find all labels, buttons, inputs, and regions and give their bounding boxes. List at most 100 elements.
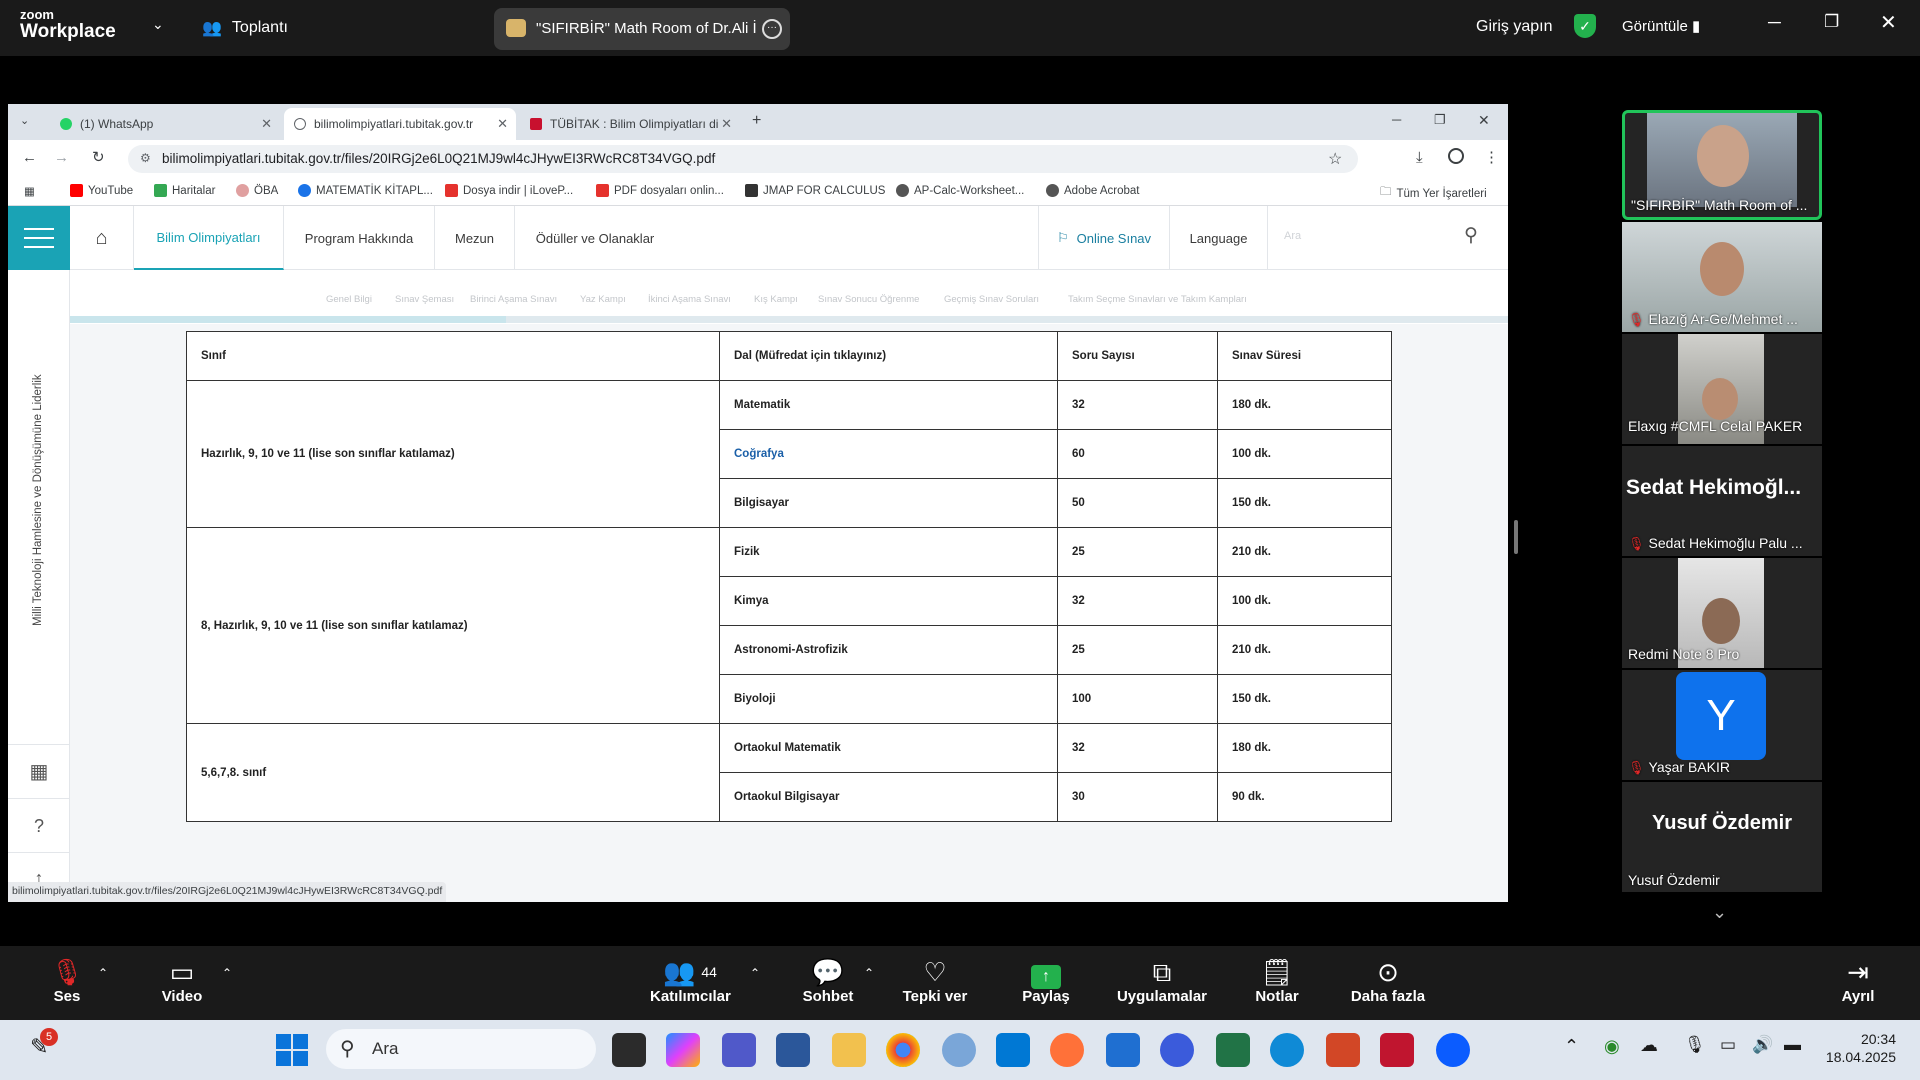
profile-icon[interactable]: [1448, 148, 1464, 164]
window-close-icon[interactable]: ✕: [1478, 112, 1490, 129]
copilot-icon[interactable]: [666, 1033, 700, 1067]
participants-button[interactable]: 👥 44 Katılımcılar: [650, 956, 731, 1005]
chevron-down-icon[interactable]: ⌄: [152, 16, 164, 33]
chevron-down-icon[interactable]: ⌄: [1712, 902, 1727, 923]
apps-grid-icon[interactable]: ▦: [24, 184, 35, 198]
leave-button[interactable]: ⇥ Ayrıl: [1836, 956, 1880, 1005]
subnav-item[interactable]: Kış Kampı: [754, 294, 798, 305]
tab-whatsapp[interactable]: (1) WhatsApp ✕: [50, 108, 280, 140]
audio-button[interactable]: 🎙 Ses: [42, 956, 92, 1005]
window-minimize-icon[interactable]: ─: [1392, 112, 1401, 127]
split-handle[interactable]: [1514, 520, 1518, 554]
nav-language[interactable]: Language: [1170, 206, 1268, 270]
bookmark-youtube[interactable]: YouTube: [70, 184, 133, 197]
task-view-icon[interactable]: [612, 1033, 646, 1067]
notes-button[interactable]: 🗒 Notlar: [1252, 956, 1302, 1005]
vscode-icon[interactable]: [996, 1033, 1030, 1067]
share-button[interactable]: ↑ Paylaş: [1014, 956, 1078, 1005]
bookmark-jmap[interactable]: JMAP FOR CALCULUS: [745, 184, 885, 197]
hamburger-menu[interactable]: [8, 206, 70, 270]
forward-icon[interactable]: →: [54, 149, 69, 166]
network-icon[interactable]: ▭: [1720, 1035, 1736, 1055]
more-button[interactable]: ⊙ Daha fazla: [1350, 956, 1426, 1005]
site-search-input[interactable]: Ara: [1284, 230, 1301, 242]
tab-close-icon[interactable]: ✕: [497, 116, 508, 132]
battery-icon[interactable]: ▬: [1784, 1035, 1801, 1055]
download-icon[interactable]: ⤓: [1416, 149, 1423, 166]
new-tab-icon[interactable]: +: [752, 112, 761, 130]
apps-button[interactable]: ⧉ Uygulamalar: [1114, 956, 1210, 1005]
meeting-menu[interactable]: 👥 Toplantı: [202, 18, 288, 38]
participant-tile[interactable]: Elaxıg #CMFL Celal PAKER: [1622, 334, 1822, 444]
participant-tile[interactable]: Redmi Note 8 Pro: [1622, 558, 1822, 668]
firefox-icon[interactable]: [1050, 1033, 1084, 1067]
subnav-item[interactable]: Sınav Şeması: [395, 294, 454, 305]
tab-list-icon[interactable]: ⌄: [20, 114, 29, 127]
bookmark-maps[interactable]: Haritalar: [154, 184, 215, 197]
nav-online-sinav[interactable]: ⚐ Online Sınav: [1038, 206, 1170, 270]
participants-options-icon[interactable]: ⌃: [750, 966, 760, 980]
tray-chevron-icon[interactable]: ⌃: [1564, 1036, 1579, 1057]
view-button[interactable]: Görüntüle ▮: [1622, 17, 1700, 35]
subnav-item[interactable]: Sınav Sonucu Öğrenme: [818, 294, 919, 305]
chrome-icon[interactable]: [886, 1033, 920, 1067]
word-icon[interactable]: [776, 1033, 810, 1067]
audio-options-icon[interactable]: ⌃: [98, 966, 108, 980]
shield-check-icon[interactable]: ✓: [1574, 14, 1596, 38]
taskbar-search[interactable]: ⚲ Ara: [326, 1029, 596, 1069]
reload-icon[interactable]: ↻: [92, 148, 105, 166]
windows-start-icon[interactable]: [276, 1034, 308, 1066]
viber-icon[interactable]: [1160, 1033, 1194, 1067]
tab-tubitak[interactable]: TÜBİTAK : Bilim Olimpiyatları di ✕: [520, 108, 740, 140]
powerpoint-icon[interactable]: [1326, 1033, 1360, 1067]
back-icon[interactable]: ←: [22, 149, 37, 166]
subject-link[interactable]: Coğrafya: [719, 429, 1058, 479]
tab-close-icon[interactable]: ✕: [261, 116, 272, 132]
zoom-app-icon[interactable]: [1436, 1033, 1470, 1067]
participant-tile[interactable]: Y 🎙 Yaşar BAKIR: [1622, 670, 1822, 780]
url-field[interactable]: ⚙ bilimolimpiyatlari.tubitak.gov.tr/file…: [128, 145, 1358, 173]
calendar-icon[interactable]: ▦: [8, 744, 70, 798]
nav-oduller[interactable]: Ödüller ve Olanaklar: [515, 206, 675, 270]
star-icon[interactable]: ☆: [1328, 149, 1342, 169]
video-options-icon[interactable]: ⌃: [222, 966, 232, 980]
subnav-item[interactable]: Birinci Aşama Sınavı: [470, 294, 557, 305]
participant-tile[interactable]: "SIFIRBİR" Math Room of ...: [1622, 110, 1822, 220]
minimize-icon[interactable]: ─: [1768, 12, 1781, 33]
home-icon[interactable]: ⌂: [70, 206, 134, 270]
restore-icon[interactable]: ❐: [1824, 12, 1839, 32]
participant-tile[interactable]: Yusuf Özdemir Yusuf Özdemir: [1622, 782, 1822, 892]
excel-icon[interactable]: [1216, 1033, 1250, 1067]
meeting-room-pill[interactable]: "SIFIRBİR" Math Room of Dr.Ali İ ···: [494, 8, 790, 50]
all-bookmarks[interactable]: 🗀 Tüm Yer İşaretleri: [1380, 184, 1487, 203]
bookmark-ilovepdf[interactable]: Dosya indir | iLoveP...: [445, 184, 573, 197]
tray-app-icon[interactable]: ◉: [1604, 1036, 1620, 1057]
volume-icon[interactable]: 🔊: [1752, 1035, 1773, 1055]
edge-icon[interactable]: [1270, 1033, 1304, 1067]
video-button[interactable]: ▭ Video: [156, 956, 208, 1005]
react-button[interactable]: ♡ Tepki ver: [900, 956, 970, 1005]
file-explorer-icon[interactable]: [832, 1033, 866, 1067]
subnav-item[interactable]: Genel Bilgi: [326, 294, 372, 305]
bookmark-oba[interactable]: ÖBA: [236, 184, 278, 197]
clock[interactable]: 20:34 18.04.2025: [1824, 1030, 1896, 1066]
tab-tubitak-pdf[interactable]: bilimolimpiyatlari.tubitak.gov.tr ✕: [284, 108, 516, 140]
browser-menu-icon[interactable]: ⋮: [1484, 148, 1499, 166]
tab-close-icon[interactable]: ✕: [721, 116, 732, 132]
subnav-item[interactable]: İkinci Aşama Sınavı: [648, 294, 731, 305]
subnav-item[interactable]: Geçmiş Sınav Soruları: [944, 294, 1039, 305]
participant-tile[interactable]: Sedat Hekimoğl... 🎙 Sedat Hekimoğlu Palu …: [1622, 446, 1822, 556]
store-icon[interactable]: [1106, 1033, 1140, 1067]
subnav-item[interactable]: Yaz Kampı: [580, 294, 626, 305]
microphone-icon[interactable]: 🎙: [1684, 1035, 1706, 1055]
chat-button[interactable]: 💬 Sohbet: [800, 956, 856, 1005]
bookmark-pdf-online[interactable]: PDF dosyaları onlin...: [596, 184, 724, 197]
nav-bilim-olimpiyatlari[interactable]: Bilim Olimpiyatları: [134, 206, 284, 270]
participant-tile[interactable]: 🎙 Elazığ Ar-Ge/Mehmet ...: [1622, 222, 1822, 332]
window-restore-icon[interactable]: ❐: [1434, 112, 1446, 128]
cloud-icon[interactable]: ☁: [1640, 1035, 1658, 1056]
signin-link[interactable]: Giriş yapın: [1476, 18, 1552, 36]
teams-icon[interactable]: [722, 1033, 756, 1067]
browser-icon[interactable]: [942, 1033, 976, 1067]
bookmark-matematik[interactable]: MATEMATİK KİTAPL...: [298, 184, 433, 197]
